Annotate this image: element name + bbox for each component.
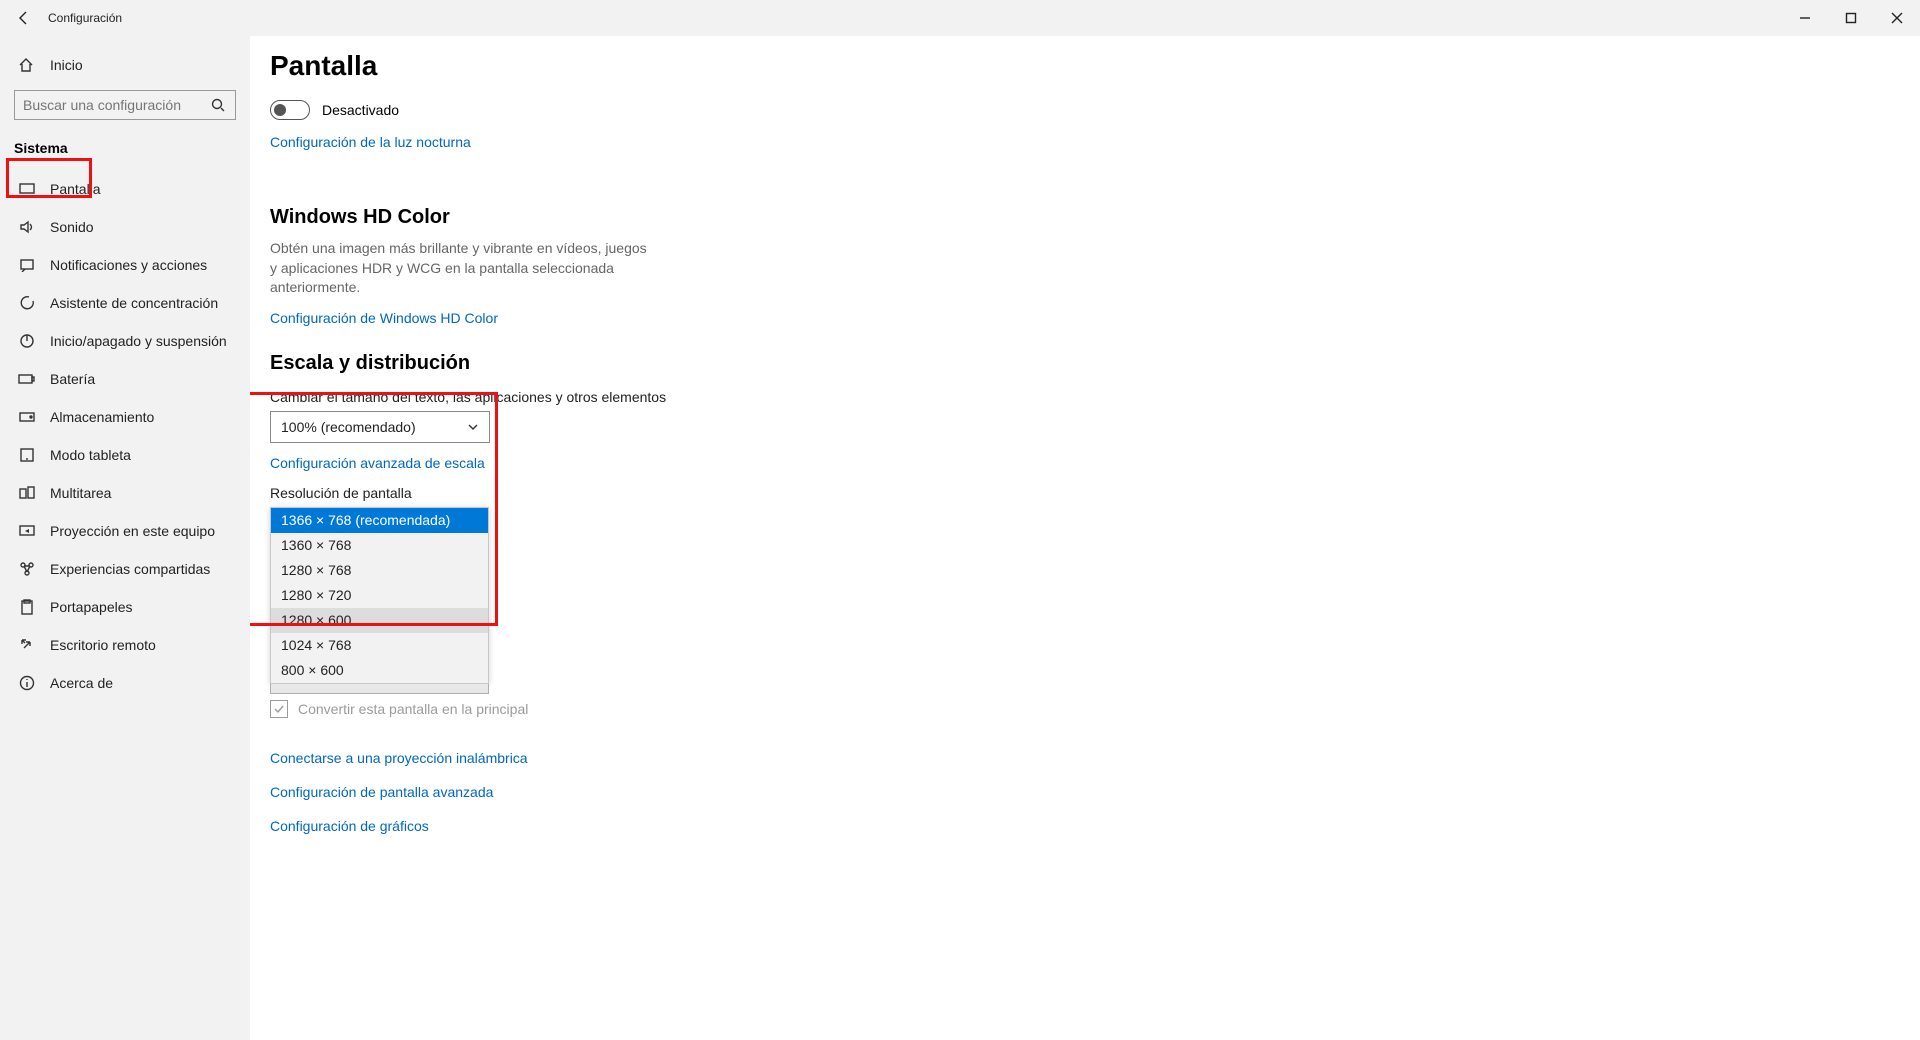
- resolution-dropdown-underedge: [270, 684, 489, 694]
- resolution-option[interactable]: 1366 × 768 (recomendada): [271, 508, 488, 533]
- focus-icon: [18, 295, 36, 311]
- search-input[interactable]: [23, 97, 211, 113]
- sidebar-item-notificaciones[interactable]: Notificaciones y acciones: [0, 246, 250, 284]
- resolution-label: Resolución de pantalla: [270, 485, 1920, 501]
- page-title: Pantalla: [270, 50, 1920, 82]
- resolution-dropdown-list[interactable]: 1366 × 768 (recomendada) 1360 × 768 1280…: [270, 507, 489, 684]
- sidebar-item-label: Almacenamiento: [50, 409, 154, 425]
- resolution-option[interactable]: 800 × 600: [271, 658, 488, 683]
- sidebar-home[interactable]: Inicio: [0, 46, 250, 84]
- sound-icon: [18, 220, 36, 234]
- wireless-projection-link[interactable]: Conectarse a una proyección inalámbrica: [270, 750, 1920, 766]
- hd-color-title: Windows HD Color: [270, 206, 1920, 229]
- scale-label: Cambiar el tamaño del texto, las aplicac…: [270, 389, 1920, 405]
- advanced-scale-link[interactable]: Configuración avanzada de escala: [270, 455, 1920, 471]
- hd-color-settings-link[interactable]: Configuración de Windows HD Color: [270, 310, 1920, 326]
- sidebar-item-label: Portapapeles: [50, 599, 133, 615]
- info-icon: [18, 675, 36, 691]
- sidebar-item-label: Experiencias compartidas: [50, 561, 210, 577]
- graphics-settings-link[interactable]: Configuración de gráficos: [270, 818, 1920, 834]
- search-input-wrap[interactable]: [14, 90, 236, 120]
- shared-icon: [18, 561, 36, 577]
- close-button[interactable]: [1874, 0, 1920, 36]
- back-button[interactable]: [0, 10, 48, 26]
- sidebar-item-asistente[interactable]: Asistente de concentración: [0, 284, 250, 322]
- sidebar-item-portapapeles[interactable]: Portapapeles: [0, 588, 250, 626]
- advanced-display-link[interactable]: Configuración de pantalla avanzada: [270, 784, 1920, 800]
- sidebar-item-label: Escritorio remoto: [50, 637, 156, 653]
- notifications-icon: [18, 258, 36, 272]
- sidebar-item-sonido[interactable]: Sonido: [0, 208, 250, 246]
- sidebar-item-label: Asistente de concentración: [50, 295, 218, 311]
- resolution-option[interactable]: 1280 × 720: [271, 583, 488, 608]
- sidebar-item-label: Pantalla: [50, 181, 101, 197]
- sidebar-item-acerca[interactable]: Acerca de: [0, 664, 250, 702]
- sidebar-item-bateria[interactable]: Batería: [0, 360, 250, 398]
- multitask-icon: [18, 486, 36, 500]
- clipboard-icon: [18, 599, 36, 615]
- tablet-icon: [18, 448, 36, 462]
- sidebar-item-label: Acerca de: [50, 675, 113, 691]
- sidebar-item-label: Multitarea: [50, 485, 111, 501]
- chevron-down-icon: [467, 421, 479, 433]
- sidebar-section-title: Sistema: [0, 130, 250, 170]
- titlebar: Configuración: [0, 0, 1920, 36]
- scale-title: Escala y distribución: [270, 352, 1920, 375]
- minimize-button[interactable]: [1782, 0, 1828, 36]
- home-icon: [18, 57, 36, 73]
- sidebar-item-experiencias[interactable]: Experiencias compartidas: [0, 550, 250, 588]
- sidebar-item-label: Inicio/apagado y suspensión: [50, 333, 227, 349]
- sidebar-item-tableta[interactable]: Modo tableta: [0, 436, 250, 474]
- night-light-toggle[interactable]: [270, 100, 310, 120]
- sidebar-item-label: Sonido: [50, 219, 94, 235]
- sidebar-home-label: Inicio: [50, 57, 83, 73]
- hd-color-description: Obtén una imagen más brillante y vibrant…: [270, 239, 650, 298]
- main-display-checkbox[interactable]: [270, 700, 288, 718]
- sidebar-item-multitarea[interactable]: Multitarea: [0, 474, 250, 512]
- resolution-option[interactable]: 1360 × 768: [271, 533, 488, 558]
- sidebar-item-proyeccion[interactable]: Proyección en este equipo: [0, 512, 250, 550]
- remote-icon: [18, 637, 36, 653]
- night-light-settings-link[interactable]: Configuración de la luz nocturna: [270, 134, 471, 150]
- project-icon: [18, 524, 36, 538]
- sidebar-item-label: Notificaciones y acciones: [50, 257, 207, 273]
- sidebar-item-almacenamiento[interactable]: Almacenamiento: [0, 398, 250, 436]
- maximize-button[interactable]: [1828, 0, 1874, 36]
- display-icon: [18, 182, 36, 196]
- sidebar-item-pantalla[interactable]: Pantalla: [0, 170, 250, 208]
- scale-dropdown-value: 100% (recomendado): [281, 419, 416, 435]
- resolution-option[interactable]: 1280 × 600: [271, 608, 488, 633]
- content-area: Pantalla Desactivado Configuración de la…: [250, 36, 1920, 1040]
- scale-dropdown[interactable]: 100% (recomendado): [270, 411, 490, 443]
- sidebar-item-label: Proyección en este equipo: [50, 523, 215, 539]
- storage-icon: [18, 411, 36, 423]
- power-icon: [18, 333, 36, 349]
- search-icon: [211, 98, 227, 112]
- resolution-option[interactable]: 1280 × 768: [271, 558, 488, 583]
- window-title: Configuración: [48, 11, 122, 25]
- sidebar-item-label: Batería: [50, 371, 95, 387]
- battery-icon: [18, 373, 36, 385]
- main-display-checkbox-label: Convertir esta pantalla en la principal: [298, 701, 528, 717]
- toggle-label: Desactivado: [322, 102, 399, 118]
- sidebar-item-power[interactable]: Inicio/apagado y suspensión: [0, 322, 250, 360]
- resolution-option[interactable]: 1024 × 768: [271, 633, 488, 658]
- sidebar-item-label: Modo tableta: [50, 447, 131, 463]
- sidebar-item-remoto[interactable]: Escritorio remoto: [0, 626, 250, 664]
- sidebar: Inicio Sistema Pantalla Sonido Notificac…: [0, 36, 250, 1040]
